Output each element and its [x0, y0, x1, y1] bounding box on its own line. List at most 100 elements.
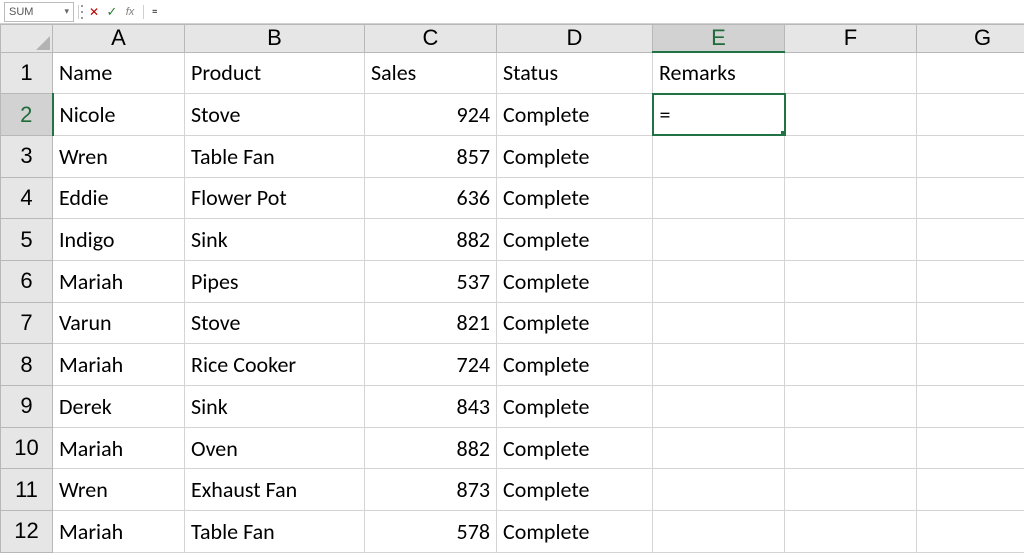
cell-E2-active[interactable]: =: [653, 94, 785, 136]
cell-B5[interactable]: Sink: [185, 219, 365, 261]
column-header-C[interactable]: C: [365, 25, 497, 53]
cell-B6[interactable]: Pipes: [185, 260, 365, 302]
cell-B4[interactable]: Flower Pot: [185, 177, 365, 219]
cell-A11[interactable]: Wren: [53, 469, 185, 511]
cell-D7[interactable]: Complete: [497, 302, 653, 344]
row-header-3[interactable]: 3: [1, 135, 53, 177]
cell-C12[interactable]: 578: [365, 511, 497, 553]
cell-D10[interactable]: Complete: [497, 427, 653, 469]
cell-C7[interactable]: 821: [365, 302, 497, 344]
cell-C5[interactable]: 882: [365, 219, 497, 261]
cell-A2[interactable]: Nicole: [53, 94, 185, 136]
row-header-4[interactable]: 4: [1, 177, 53, 219]
cell-C8[interactable]: 724: [365, 344, 497, 386]
row-header-5[interactable]: 5: [1, 219, 53, 261]
cell-G7[interactable]: [917, 302, 1024, 344]
cell-B3[interactable]: Table Fan: [185, 135, 365, 177]
cell-E12[interactable]: [653, 511, 785, 553]
chevron-down-icon[interactable]: ▾: [64, 6, 69, 17]
cell-F4[interactable]: [785, 177, 917, 219]
row-header-1[interactable]: 1: [1, 52, 53, 94]
cell-F1[interactable]: [785, 52, 917, 94]
cell-G5[interactable]: [917, 219, 1024, 261]
column-header-E[interactable]: E: [653, 25, 785, 53]
cell-A3[interactable]: Wren: [53, 135, 185, 177]
column-header-B[interactable]: B: [185, 25, 365, 53]
cancel-icon[interactable]: ✕: [85, 3, 103, 21]
row-header-8[interactable]: 8: [1, 344, 53, 386]
cell-G2[interactable]: [917, 94, 1024, 136]
cell-A7[interactable]: Varun: [53, 302, 185, 344]
cell-G10[interactable]: [917, 427, 1024, 469]
cell-D9[interactable]: Complete: [497, 386, 653, 428]
cell-A12[interactable]: Mariah: [53, 511, 185, 553]
cell-F8[interactable]: [785, 344, 917, 386]
cell-A4[interactable]: Eddie: [53, 177, 185, 219]
cell-E7[interactable]: [653, 302, 785, 344]
row-header-7[interactable]: 7: [1, 302, 53, 344]
cell-F5[interactable]: [785, 219, 917, 261]
cell-G1[interactable]: [917, 52, 1024, 94]
cell-G9[interactable]: [917, 386, 1024, 428]
cell-G11[interactable]: [917, 469, 1024, 511]
cell-C9[interactable]: 843: [365, 386, 497, 428]
enter-icon[interactable]: ✓: [103, 3, 121, 21]
fx-icon[interactable]: fx: [121, 3, 139, 21]
cell-A10[interactable]: Mariah: [53, 427, 185, 469]
cell-B7[interactable]: Stove: [185, 302, 365, 344]
cell-B12[interactable]: Table Fan: [185, 511, 365, 553]
cell-D8[interactable]: Complete: [497, 344, 653, 386]
cell-G8[interactable]: [917, 344, 1024, 386]
cell-G3[interactable]: [917, 135, 1024, 177]
cell-C2[interactable]: 924: [365, 94, 497, 136]
grid[interactable]: A B C D E F G 1 Name Product Sales Statu…: [0, 24, 1024, 553]
cell-A5[interactable]: Indigo: [53, 219, 185, 261]
cell-A6[interactable]: Mariah: [53, 260, 185, 302]
cell-B9[interactable]: Sink: [185, 386, 365, 428]
cell-B11[interactable]: Exhaust Fan: [185, 469, 365, 511]
row-header-11[interactable]: 11: [1, 469, 53, 511]
cell-E11[interactable]: [653, 469, 785, 511]
cell-C4[interactable]: 636: [365, 177, 497, 219]
cell-A8[interactable]: Mariah: [53, 344, 185, 386]
cell-F12[interactable]: [785, 511, 917, 553]
cell-E5[interactable]: [653, 219, 785, 261]
cell-C10[interactable]: 882: [365, 427, 497, 469]
cell-F9[interactable]: [785, 386, 917, 428]
column-header-A[interactable]: A: [53, 25, 185, 53]
cell-E10[interactable]: [653, 427, 785, 469]
cell-D11[interactable]: Complete: [497, 469, 653, 511]
cell-F11[interactable]: [785, 469, 917, 511]
cell-D4[interactable]: Complete: [497, 177, 653, 219]
cell-F10[interactable]: [785, 427, 917, 469]
cell-F3[interactable]: [785, 135, 917, 177]
cell-C1[interactable]: Sales: [365, 52, 497, 94]
cell-E4[interactable]: [653, 177, 785, 219]
cell-E1[interactable]: Remarks: [653, 52, 785, 94]
row-header-9[interactable]: 9: [1, 386, 53, 428]
cell-B8[interactable]: Rice Cooker: [185, 344, 365, 386]
row-header-2[interactable]: 2: [1, 94, 53, 136]
cell-C3[interactable]: 857: [365, 135, 497, 177]
cell-G4[interactable]: [917, 177, 1024, 219]
name-box[interactable]: SUM ▾: [4, 2, 74, 22]
cell-B1[interactable]: Product: [185, 52, 365, 94]
cell-E8[interactable]: [653, 344, 785, 386]
cell-G12[interactable]: [917, 511, 1024, 553]
cell-D12[interactable]: Complete: [497, 511, 653, 553]
cell-A1[interactable]: Name: [53, 52, 185, 94]
column-header-D[interactable]: D: [497, 25, 653, 53]
grip-dots-icon[interactable]: [81, 5, 83, 19]
cell-E3[interactable]: [653, 135, 785, 177]
cell-D3[interactable]: Complete: [497, 135, 653, 177]
cell-C11[interactable]: 873: [365, 469, 497, 511]
row-header-6[interactable]: 6: [1, 260, 53, 302]
cell-D6[interactable]: Complete: [497, 260, 653, 302]
cell-D2[interactable]: Complete: [497, 94, 653, 136]
cell-E6[interactable]: [653, 260, 785, 302]
cell-D1[interactable]: Status: [497, 52, 653, 94]
cell-B10[interactable]: Oven: [185, 427, 365, 469]
cell-F2[interactable]: [785, 94, 917, 136]
cell-F6[interactable]: [785, 260, 917, 302]
column-header-F[interactable]: F: [785, 25, 917, 53]
